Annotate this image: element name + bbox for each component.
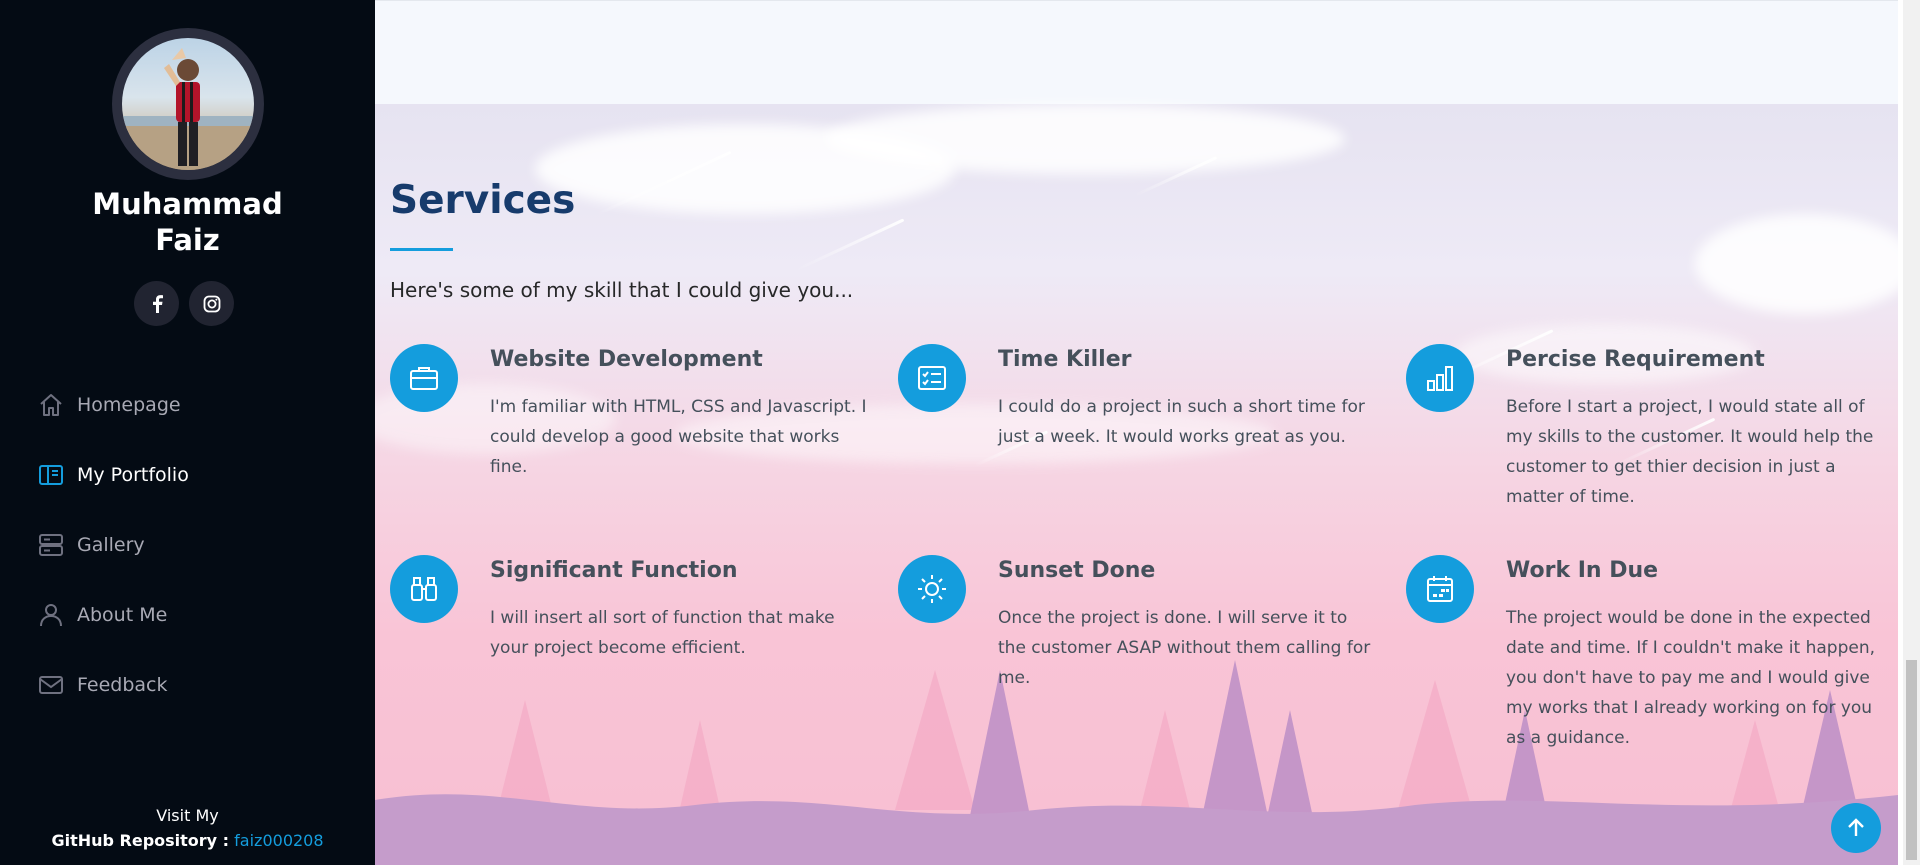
repo-label: GitHub Repository : — [51, 831, 230, 850]
home-icon — [36, 390, 66, 420]
facebook-link[interactable] — [134, 281, 179, 326]
service-title: Time Killer — [998, 347, 1132, 372]
services-intro: Here's some of my skill that I could giv… — [390, 278, 854, 302]
title-underline — [390, 248, 453, 251]
previous-section-bottom — [375, 0, 1898, 104]
book-icon — [36, 460, 66, 490]
nav-label-homepage: Homepage — [77, 394, 181, 416]
service-title: Website Development — [490, 347, 763, 372]
calendar-icon — [1406, 555, 1474, 623]
name-line-1: Muhammad — [92, 187, 283, 221]
bar-chart-icon — [1406, 344, 1474, 412]
server-icon — [36, 530, 66, 560]
service-description: I'm familiar with HTML, CSS and Javascri… — [490, 397, 867, 477]
sidebar: Muhammad Faiz Homepage My Portfolio Gall… — [0, 0, 375, 865]
social-links — [134, 281, 234, 326]
repo-line: GitHub Repository : faiz000208 — [0, 828, 375, 853]
service-description: Before I start a project, I would state … — [1506, 397, 1874, 507]
person-icon — [36, 600, 66, 630]
back-to-top-button[interactable] — [1831, 803, 1881, 853]
service-title: Sunset Done — [998, 558, 1156, 583]
service-description: The project would be done in the expecte… — [1506, 608, 1875, 748]
service-description: I will insert all sort of function that … — [490, 608, 835, 658]
nav-menu: Homepage My Portfolio Gallery About Me F… — [36, 370, 189, 720]
nav-label-my-portfolio: My Portfolio — [77, 464, 189, 486]
avatar — [112, 28, 264, 180]
binoculars-icon — [390, 555, 458, 623]
arrow-up-icon — [1848, 818, 1864, 836]
facebook-icon — [152, 294, 163, 313]
profile-name: Muhammad Faiz — [0, 186, 375, 258]
sidebar-footer: Visit My GitHub Repository : faiz000208 — [0, 803, 375, 853]
service-description: I could do a project in such a short tim… — [998, 397, 1365, 447]
nav-item-feedback[interactable]: Feedback — [36, 650, 189, 720]
instagram-icon — [203, 295, 220, 312]
briefcase-icon — [390, 344, 458, 412]
nav-item-about-me[interactable]: About Me — [36, 580, 189, 650]
profile-photo — [122, 38, 254, 170]
nav-item-my-portfolio[interactable]: My Portfolio — [36, 440, 189, 510]
service-title: Work In Due — [1506, 558, 1659, 583]
sun-icon — [898, 555, 966, 623]
nav-item-homepage[interactable]: Homepage — [36, 370, 189, 440]
name-line-2: Faiz — [155, 223, 220, 257]
nav-label-about-me: About Me — [77, 604, 168, 626]
services-title: Services — [390, 178, 576, 223]
main-content: Services Here's some of my skill that I … — [375, 0, 1898, 865]
service-title: Percise Requirement — [1506, 347, 1765, 372]
service-title: Significant Function — [490, 558, 738, 583]
nav-label-gallery: Gallery — [77, 534, 145, 556]
envelope-icon — [36, 670, 66, 700]
nav-label-feedback: Feedback — [77, 674, 168, 696]
instagram-link[interactable] — [189, 281, 234, 326]
nav-item-gallery[interactable]: Gallery — [36, 510, 189, 580]
scrollbar-thumb[interactable] — [1906, 660, 1917, 860]
service-description: Once the project is done. I will serve i… — [998, 608, 1371, 688]
github-repo-link[interactable]: faiz000208 — [234, 831, 323, 850]
page-scrollbar[interactable] — [1903, 0, 1920, 865]
visit-text: Visit My — [156, 806, 219, 825]
card-checklist-icon — [898, 344, 966, 412]
